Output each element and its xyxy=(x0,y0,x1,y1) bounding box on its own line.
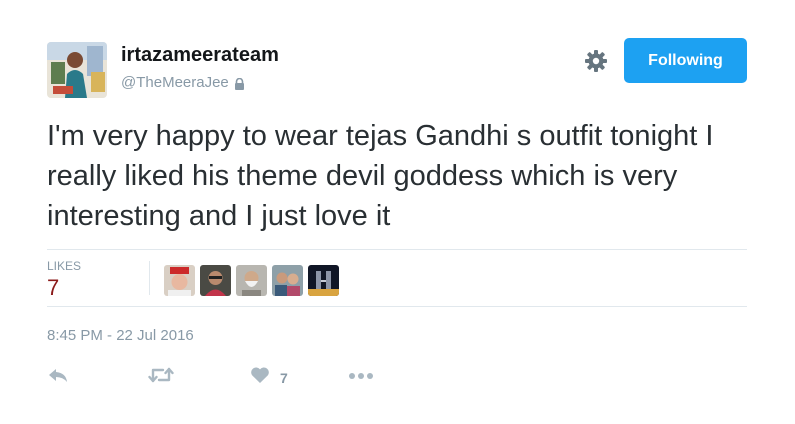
liker-avatars xyxy=(164,265,339,296)
tweet-text: I'm very happy to wear tejas Gandhi s ou… xyxy=(47,120,714,232)
tweet-stats: LIKES 7 xyxy=(47,250,747,306)
display-name[interactable]: irtazameerateam xyxy=(121,44,279,67)
following-button[interactable]: Following xyxy=(624,38,747,83)
more-icon xyxy=(348,366,374,389)
heart-icon xyxy=(250,366,270,389)
tweet-actions: 7 xyxy=(47,364,747,392)
stats-separator xyxy=(149,261,150,295)
more-button[interactable] xyxy=(348,366,374,389)
lock-icon xyxy=(234,77,245,90)
gear-icon[interactable] xyxy=(584,49,608,73)
reply-button[interactable] xyxy=(47,366,69,389)
reply-icon xyxy=(47,366,69,389)
tweet-card: irtazameerateam @TheMeeraJee Following I… xyxy=(0,0,795,424)
like-button[interactable]: 7 xyxy=(250,366,288,389)
tweet-timestamp[interactable]: 8:45 PM - 22 Jul 2016 xyxy=(47,327,194,344)
likes-label[interactable]: LIKES xyxy=(47,259,81,273)
like-count: 7 xyxy=(280,369,288,386)
divider xyxy=(47,306,747,307)
retweet-button[interactable] xyxy=(148,366,174,389)
user-handle[interactable]: @TheMeeraJee xyxy=(121,74,245,91)
liker-avatar[interactable] xyxy=(164,265,195,296)
handle-text: @TheMeeraJee xyxy=(121,74,229,91)
liker-avatar[interactable] xyxy=(200,265,231,296)
liker-avatar[interactable] xyxy=(308,265,339,296)
avatar[interactable] xyxy=(47,42,107,98)
retweet-icon xyxy=(148,366,174,389)
likes-count[interactable]: 7 xyxy=(47,275,59,301)
liker-avatar[interactable] xyxy=(236,265,267,296)
liker-avatar[interactable] xyxy=(272,265,303,296)
